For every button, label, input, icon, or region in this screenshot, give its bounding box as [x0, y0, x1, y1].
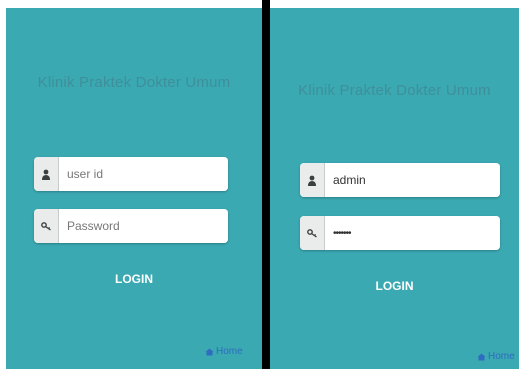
home-label: Home	[488, 351, 515, 362]
login-button[interactable]: LOGIN	[6, 272, 262, 286]
home-icon	[205, 348, 214, 356]
userid-field	[300, 163, 500, 197]
password-field	[300, 216, 500, 250]
login-panel-empty: Klinik Praktek Dokter Umum LOGIN Home	[6, 8, 262, 369]
home-icon	[477, 353, 486, 361]
password-input[interactable]	[59, 209, 228, 243]
screen-divider	[262, 0, 270, 369]
home-link[interactable]: Home	[205, 346, 243, 357]
user-icon	[34, 157, 59, 191]
password-field	[34, 209, 228, 243]
password-input[interactable]	[325, 216, 500, 250]
key-icon	[300, 216, 325, 250]
login-button[interactable]: LOGIN	[270, 279, 519, 293]
user-icon	[300, 163, 325, 197]
userid-input[interactable]	[325, 163, 500, 197]
home-label: Home	[216, 346, 243, 357]
app-title: Klinik Praktek Dokter Umum	[298, 82, 491, 99]
key-icon	[34, 209, 59, 243]
app-title: Klinik Praktek Dokter Umum	[37, 74, 231, 91]
userid-field	[34, 157, 228, 191]
top-border	[0, 0, 519, 8]
login-panel-filled: Klinik Praktek Dokter Umum LOGIN Home	[270, 8, 519, 369]
userid-input[interactable]	[59, 157, 228, 191]
home-link[interactable]: Home	[477, 351, 515, 362]
